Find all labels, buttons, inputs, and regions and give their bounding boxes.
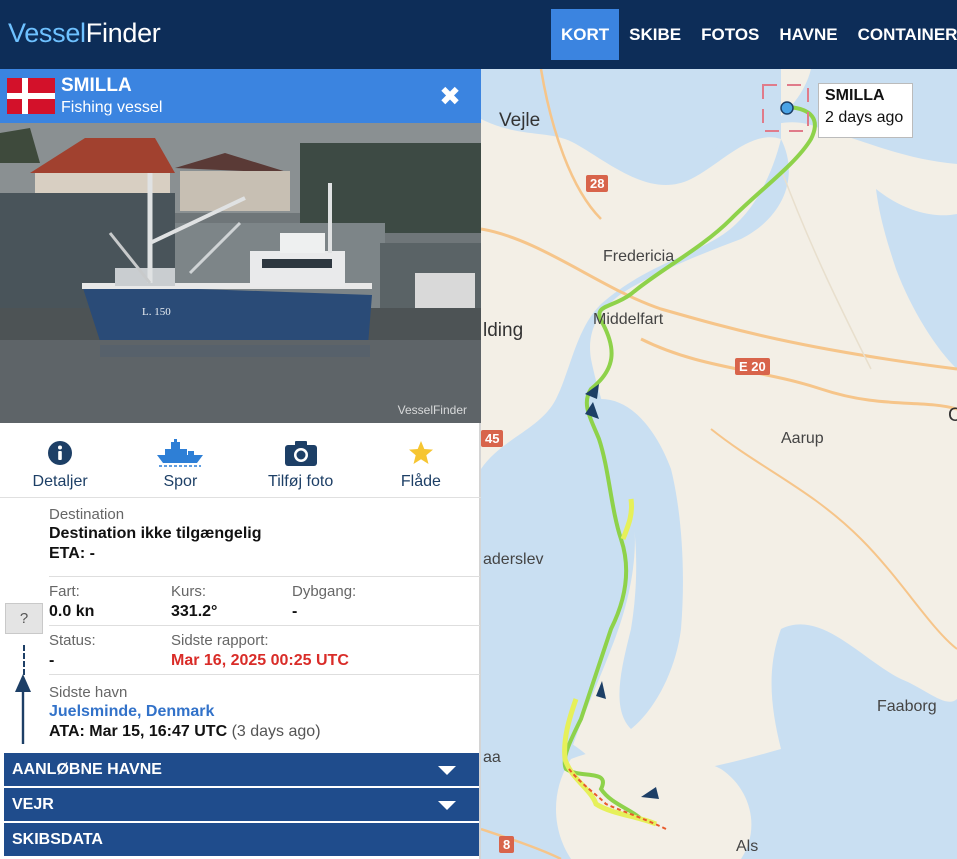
map-place-aarup: Aarup [781, 430, 824, 447]
chevron-down-icon [438, 766, 456, 775]
map-place-aderslev: aderslev [483, 551, 544, 568]
draught-label: Dybgang: [292, 583, 357, 600]
course-block: Kurs: 331.2° [171, 583, 217, 621]
vessel-map-label[interactable]: SMILLA 2 days ago [818, 83, 913, 138]
eta-value: ETA: - [49, 545, 95, 562]
status-label: Status: [49, 632, 96, 649]
map-place-als: Als [736, 838, 759, 855]
course-value: 331.2° [171, 603, 218, 620]
section-skibsdata[interactable]: SKIBSDATA [4, 823, 479, 856]
photo-watermark: VesselFinder [397, 403, 467, 417]
destination-value: Destination ikke tilgængelig [49, 525, 262, 542]
road-sign-45: 45 [481, 430, 504, 447]
status-value: - [49, 652, 55, 669]
hull-marking: L. 150 [142, 306, 171, 318]
map-view[interactable]: SMILLA 2 days ago Vejle Fredericia Midde… [481, 69, 957, 859]
track-button[interactable]: Spor [120, 423, 240, 497]
ata-value: ATA: Mar 15, 16:47 UTC [49, 723, 228, 740]
nav-fotos[interactable]: FOTOS [691, 9, 769, 60]
chevron-down-icon [438, 801, 456, 810]
nav-skibe[interactable]: SKIBE [619, 9, 691, 60]
map-place-faaborg: Faaborg [877, 698, 937, 715]
nav-kort[interactable]: KORT [551, 9, 620, 60]
last-port-label: Sidste havn [49, 684, 128, 701]
star-icon [408, 441, 433, 464]
add-photo-button[interactable]: Tilføj foto [241, 423, 361, 497]
vessel-name: SMILLA [61, 75, 132, 96]
last-port-link[interactable]: Juelsminde, Denmark [49, 703, 480, 721]
status-report-row: Status: - Sidste rapport: Mar 16, 2025 0… [49, 625, 480, 674]
last-port-row: Sidste havn Juelsminde, Denmark ATA: Mar… [49, 674, 480, 754]
map-place-vejle: Vejle [499, 110, 541, 131]
draught-value: - [292, 603, 298, 620]
vesselfinder-logo[interactable]: VesselFinder [8, 18, 161, 49]
map-place-fredericia: Fredericia [603, 248, 675, 265]
map-canvas[interactable] [481, 69, 957, 859]
nav-havne[interactable]: HAVNE [769, 9, 847, 60]
speed-course-row: Fart: 0.0 kn Kurs: 331.2° Dybgang: - [49, 576, 480, 625]
section-vejr-label: VEJR [12, 796, 54, 813]
fleet-label: Flåde [400, 473, 441, 490]
report-value: Mar 16, 2025 00:25 UTC [171, 652, 349, 669]
track-arrow-3 [596, 681, 606, 699]
road-sign-8: 8 [499, 836, 515, 853]
close-icon[interactable]: ✖ [434, 80, 466, 112]
top-navigation-bar: VesselFinder KORT SKIBE FOTOS HAVNE CONT… [0, 0, 957, 69]
map-place-lding: lding [483, 320, 524, 341]
destination-label: Destination [49, 506, 125, 523]
logo-part-1: Vessel [8, 18, 86, 48]
road-sign-e20: E 20 [735, 358, 770, 375]
vessel-info-panel: SMILLA Fishing vessel ✖ L. 150 VesselFin… [0, 69, 481, 859]
section-skibsdata-label: SKIBSDATA [12, 831, 103, 848]
vessel-actions-bar: Detaljer Spor Tilføj foto Flåde [0, 423, 481, 498]
vessel-panel-header: SMILLA Fishing vessel ✖ [0, 69, 481, 123]
speed-block: Fart: 0.0 kn [49, 583, 94, 621]
route-dashed-line [23, 645, 25, 675]
unknown-destination-icon: ? [5, 603, 43, 634]
status-block: Status: - [49, 632, 96, 670]
map-place-middelfart: Middelfart [593, 311, 664, 328]
map-place-c: C [948, 405, 957, 426]
details-label: Detaljer [32, 473, 88, 490]
section-aanloebne-havne-label: AANLØBNE HAVNE [12, 761, 162, 778]
road-sign-28: 28 [586, 175, 609, 192]
fleet-button[interactable]: Flåde [361, 423, 481, 497]
add-photo-label: Tilføj foto [268, 473, 334, 490]
vessel-photo[interactable]: L. 150 VesselFinder [0, 123, 481, 423]
course-arrow-icon [15, 674, 31, 744]
ata-relative: (3 days ago) [231, 723, 321, 740]
water-east-coast [876, 189, 957, 369]
speed-value: 0.0 kn [49, 603, 95, 620]
details-button[interactable]: Detaljer [0, 423, 120, 497]
section-aanloebne-havne[interactable]: AANLØBNE HAVNE [4, 753, 479, 786]
vessel-map-label-time: 2 days ago [825, 109, 904, 126]
vessel-map-label-name: SMILLA [825, 87, 885, 104]
speed-label: Fart: [49, 583, 80, 600]
vessel-position-dot [780, 101, 794, 115]
track-label: Spor [163, 473, 198, 490]
ata-line: ATA: Mar 15, 16:47 UTC (3 days ago) [49, 723, 480, 741]
vessel-type: Fishing vessel [61, 99, 163, 116]
nav-containere[interactable]: CONTAINERE [848, 9, 957, 60]
vessel-photo-image: L. 150 [0, 123, 481, 423]
logo-part-2: Finder [85, 18, 161, 48]
draught-block: Dybgang: - [292, 583, 356, 621]
ship-track-icon [157, 439, 204, 467]
report-label: Sidste rapport: [171, 632, 269, 649]
camera-icon [284, 441, 317, 466]
denmark-flag-icon [7, 78, 55, 114]
destination-row: Destination Destination ikke tilgængelig… [49, 506, 480, 563]
info-icon [48, 441, 73, 465]
map-place-aa: aa [483, 749, 501, 766]
water-faaborg-bay [771, 624, 957, 769]
main-nav: KORT SKIBE FOTOS HAVNE CONTAINERE [551, 9, 957, 60]
course-label: Kurs: [171, 583, 207, 600]
section-vejr[interactable]: VEJR [4, 788, 479, 821]
report-block: Sidste rapport: Mar 16, 2025 00:25 UTC [171, 632, 349, 670]
